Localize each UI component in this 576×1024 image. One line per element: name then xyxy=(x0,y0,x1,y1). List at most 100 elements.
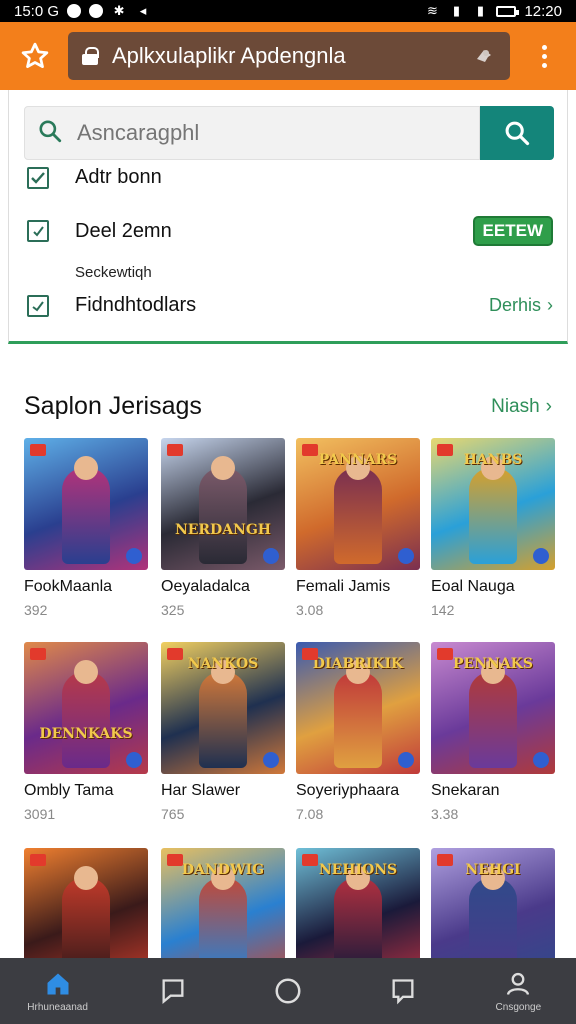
game-thumbnail[interactable]: HANBS xyxy=(431,438,555,570)
rating-badge-icon xyxy=(167,444,183,456)
option-row[interactable]: Deel 2emn EETEW xyxy=(27,216,553,246)
nav-profile-label: Cnsgonge xyxy=(495,1001,542,1013)
rating-badge-icon xyxy=(302,444,318,456)
checkbox[interactable] xyxy=(27,294,49,317)
tabs-icon xyxy=(392,979,414,1005)
download-icon xyxy=(533,548,549,564)
search-button[interactable] xyxy=(480,106,554,160)
game-card[interactable]: DENNKAKS Ombly Tama 3091 xyxy=(24,642,148,822)
character-head xyxy=(211,456,235,480)
game-card[interactable]: PANNARS Femali Jamis 3.08 xyxy=(296,438,420,618)
game-thumbnail[interactable]: DIABRIKIK xyxy=(296,642,420,774)
details-link[interactable]: Derhis › xyxy=(489,295,553,316)
nav-profile[interactable]: Cnsgonge xyxy=(468,958,568,1024)
game-banner-text: PENNAKS xyxy=(453,656,533,672)
new-badge: EETEW xyxy=(472,216,553,246)
character-art xyxy=(199,468,247,564)
game-title: Soyeriyphaara xyxy=(296,782,400,799)
game-rating: 142 xyxy=(431,602,455,618)
character-art xyxy=(334,468,382,564)
game-card[interactable]: FookMaanla 392 xyxy=(24,438,148,618)
chevron-right-icon: › xyxy=(547,295,553,315)
rating-badge-icon xyxy=(302,648,318,660)
nav-home[interactable]: Hrhuneaanad xyxy=(8,958,108,1024)
section-more-link[interactable]: Niash › xyxy=(491,396,552,418)
extension-icon[interactable] xyxy=(472,44,496,68)
character-art xyxy=(469,672,517,768)
url-text: Aplkxulaplikr Apdengnla xyxy=(112,43,346,68)
option-label: Deel 2emn xyxy=(75,219,172,242)
section-more-label: Niash xyxy=(491,396,540,417)
nav-bookmarks[interactable] xyxy=(123,958,223,1024)
app-bar: Aplkxulaplikr Apdengnla xyxy=(0,22,576,90)
game-thumbnail[interactable]: NANKOS xyxy=(161,642,285,774)
game-banner-text: PANNARS xyxy=(318,452,398,468)
game-title: Har Slawer xyxy=(161,782,241,799)
option-label: Adtr bonn xyxy=(75,166,162,188)
game-card[interactable]: PENNAKS Snekaran 3.38 xyxy=(431,642,555,822)
download-icon xyxy=(263,548,279,564)
download-icon xyxy=(398,752,414,768)
game-banner-text: NEHGI xyxy=(465,862,521,878)
search-input[interactable] xyxy=(77,120,467,146)
nav-tabs[interactable] xyxy=(353,958,453,1024)
game-card[interactable]: DIABRIKIK Soyeriyphaara 7.08 xyxy=(296,642,420,822)
rating-badge-icon xyxy=(437,854,453,866)
home-icon xyxy=(47,973,69,994)
nav-home-label: Hrhuneaanad xyxy=(27,1001,88,1013)
game-thumbnail[interactable]: DENNKAKS xyxy=(24,642,148,774)
rating-badge-icon xyxy=(437,648,453,660)
game-card[interactable]: NANKOS Har Slawer 765 xyxy=(161,642,285,822)
download-icon xyxy=(533,752,549,768)
character-head xyxy=(74,456,98,480)
game-card[interactable]: HANBS Eoal Nauga 142 xyxy=(431,438,555,618)
rating-badge-icon xyxy=(30,444,46,456)
download-icon xyxy=(263,752,279,768)
game-banner-text: DENNKAKS xyxy=(39,726,133,742)
game-banner-text: NEHIONS xyxy=(318,862,398,878)
bookmark-icon xyxy=(162,979,184,1004)
option-subtitle: Seckewtiqh xyxy=(75,264,152,281)
status-time: 15:0 G xyxy=(14,2,60,20)
star-icon[interactable] xyxy=(10,31,60,81)
game-title: Oeyaladalca xyxy=(161,578,250,595)
notification-icon xyxy=(67,4,82,18)
nav-home-button[interactable] xyxy=(238,958,338,1024)
game-rating: 765 xyxy=(161,806,185,822)
signal-icon: ▮ xyxy=(452,3,461,18)
character-art xyxy=(199,672,247,768)
signal-icon: ▮ xyxy=(476,3,485,18)
game-banner-text: NANKOS xyxy=(187,656,259,672)
option-row[interactable]: Adtr bonn xyxy=(27,166,553,189)
search-field[interactable] xyxy=(24,106,480,160)
checkbox[interactable] xyxy=(27,220,49,242)
game-thumbnail[interactable] xyxy=(24,438,148,570)
game-rating: 3091 xyxy=(24,806,56,822)
rating-badge-icon xyxy=(30,854,46,866)
notification-icon xyxy=(89,4,104,18)
rating-badge-icon xyxy=(302,854,318,866)
option-row[interactable]: Fidndhtodlars Derhis › xyxy=(27,294,553,317)
chevron-right-icon: › xyxy=(545,396,552,417)
game-banner-text: DIABRIKIK xyxy=(312,656,404,672)
game-title: Femali Jamis xyxy=(296,578,391,595)
checkbox[interactable] xyxy=(27,166,49,189)
game-card[interactable]: NERDANGH Oeyaladalca 325 xyxy=(161,438,285,618)
game-rating: 325 xyxy=(161,602,185,618)
game-thumbnail[interactable]: PANNARS xyxy=(296,438,420,570)
status-bar: 15:0 G ✱ ◂ ≋ ▮ ▮ 12:20 xyxy=(0,0,576,22)
notification-icon: ◂ xyxy=(139,3,147,18)
game-thumbnail[interactable]: NERDANGH xyxy=(161,438,285,570)
address-bar[interactable]: Aplkxulaplikr Apdengnla xyxy=(68,32,510,80)
wifi-icon: ≋ xyxy=(427,3,438,18)
download-icon xyxy=(126,752,142,768)
overflow-menu-icon[interactable] xyxy=(524,32,564,80)
game-rating: 7.08 xyxy=(296,806,324,822)
game-title: FookMaanla xyxy=(24,578,113,595)
character-head xyxy=(74,866,98,890)
game-thumbnail[interactable]: PENNAKS xyxy=(431,642,555,774)
game-banner-text: HANBS xyxy=(463,452,523,468)
lock-icon xyxy=(82,47,99,65)
game-title: Snekaran xyxy=(431,782,500,799)
search-row xyxy=(24,106,554,160)
